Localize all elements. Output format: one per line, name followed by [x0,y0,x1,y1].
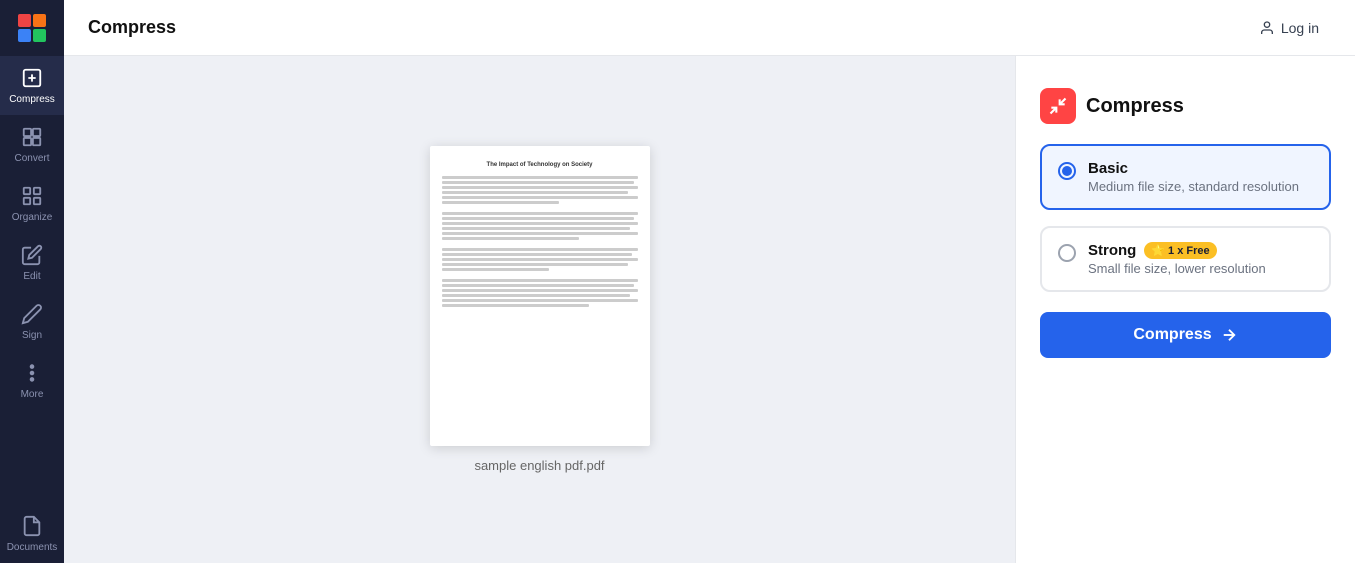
sidebar-item-edit[interactable]: Edit [0,233,64,292]
compress-button-label: Compress [1133,326,1211,344]
pdf-doc-title: The Impact of Technology on Society [442,162,638,168]
option-basic-desc: Medium file size, standard resolution [1088,179,1299,194]
pdf-preview: The Impact of Technology on Society [430,146,650,446]
documents-icon [20,514,44,538]
option-basic[interactable]: Basic Medium file size, standard resolut… [1040,144,1331,210]
star-icon: ⭐ [1151,244,1165,257]
sidebar-label-more: More [21,389,44,400]
sign-icon [20,302,44,326]
edit-icon [20,243,44,267]
text-line [442,217,634,220]
text-line [442,222,638,225]
option-strong-text: Strong ⭐ 1 x Free Small file size, lower… [1088,242,1266,276]
option-strong[interactable]: Strong ⭐ 1 x Free Small file size, lower… [1040,226,1331,292]
sidebar-label-convert: Convert [14,153,49,164]
pdf-filename: sample english pdf.pdf [474,458,604,473]
text-line [442,294,630,297]
sidebar-item-compress[interactable]: Compress [0,56,64,115]
sidebar-item-organize[interactable]: Organize [0,174,64,233]
text-line [442,299,638,302]
sidebar-label-organize: Organize [12,212,53,223]
text-line [442,196,638,199]
text-line [442,263,628,266]
organize-icon [20,184,44,208]
logo-cell-red [18,14,31,27]
sidebar-label-sign: Sign [22,330,42,341]
logo-cell-orange [33,14,46,27]
page-title: Compress [88,17,176,38]
compress-button[interactable]: Compress [1040,312,1331,358]
logo-cell-blue [18,29,31,42]
text-line [442,191,628,194]
radio-strong [1058,244,1076,262]
text-line [442,186,638,189]
preview-area: The Impact of Technology on Society [64,56,1015,563]
arrow-right-icon [1220,326,1238,344]
logo-grid [18,14,46,42]
sidebar-label-edit: Edit [23,271,40,282]
sidebar-label-documents: Documents [7,542,58,553]
app-logo [0,0,64,56]
sidebar-item-more[interactable]: More [0,351,64,410]
option-strong-label: Strong [1088,242,1136,259]
text-line [442,253,632,256]
user-icon [1259,20,1275,36]
text-line [442,181,634,184]
text-line [442,201,560,204]
panel-title: Compress [1086,95,1184,118]
option-strong-desc: Small file size, lower resolution [1088,261,1266,276]
sidebar-item-sign[interactable]: Sign [0,292,64,351]
text-line [442,237,579,240]
panel-header: Compress [1040,88,1331,124]
login-button[interactable]: Log in [1247,14,1331,42]
sidebar: Compress Convert Organize [0,0,64,563]
more-icon [20,361,44,385]
main-container: Compress Log in The Impact of Technology… [64,0,1355,563]
text-line [442,248,638,251]
text-line [442,212,638,215]
text-line [442,232,638,235]
right-panel: Compress Basic Medium file size, standar… [1015,56,1355,563]
badge-text: 1 x Free [1168,245,1210,257]
text-line [442,279,638,282]
compress-icon [20,66,44,90]
strong-badge: ⭐ 1 x Free [1144,242,1216,259]
text-line [442,258,638,261]
compress-panel-icon [1040,88,1076,124]
option-basic-text: Basic Medium file size, standard resolut… [1088,160,1299,194]
option-basic-title: Basic [1088,160,1299,177]
text-line [442,289,638,292]
text-line [442,268,550,271]
sidebar-label-compress: Compress [9,94,55,105]
topbar: Compress Log in [64,0,1355,56]
text-line [442,304,589,307]
content-area: The Impact of Technology on Society [64,56,1355,563]
sidebar-item-convert[interactable]: Convert [0,115,64,174]
text-line [442,176,638,179]
text-line [442,284,634,287]
convert-icon [20,125,44,149]
sidebar-item-documents[interactable]: Documents [0,504,64,563]
text-line [442,227,630,230]
radio-basic [1058,162,1076,180]
option-strong-title: Strong ⭐ 1 x Free [1088,242,1266,259]
logo-cell-green [33,29,46,42]
login-label: Log in [1281,20,1319,36]
